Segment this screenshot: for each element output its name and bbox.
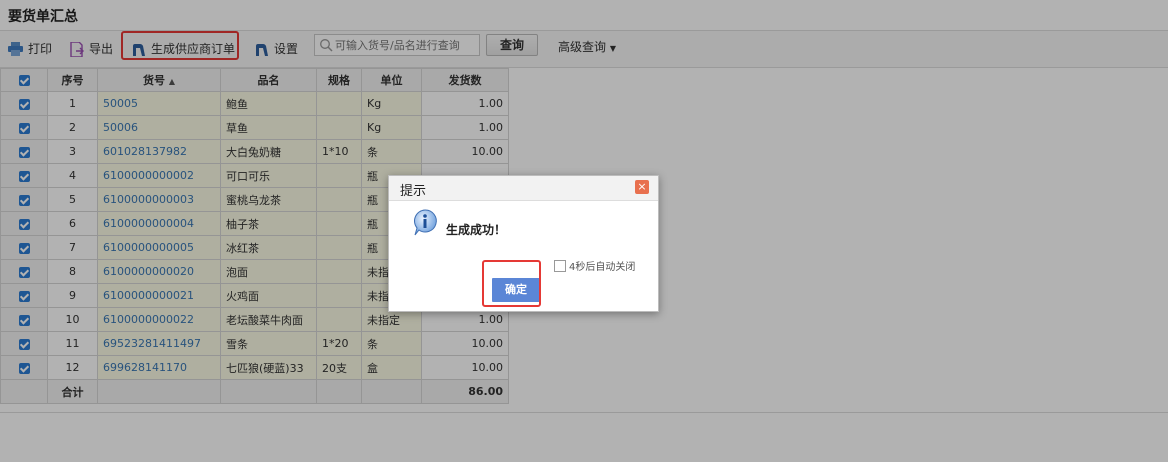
auto-close-option[interactable]: 4秒后自动关闭 bbox=[554, 258, 635, 273]
dialog-message: 生成成功！ bbox=[446, 223, 507, 237]
auto-close-label: 4秒后自动关闭 bbox=[569, 262, 636, 273]
info-icon bbox=[413, 209, 437, 236]
highlight-ok-button bbox=[482, 260, 541, 307]
dialog-title: 提示 bbox=[400, 184, 427, 199]
dialog-header: 提示 × bbox=[389, 176, 658, 201]
auto-close-checkbox[interactable] bbox=[554, 259, 566, 272]
close-icon[interactable]: × bbox=[635, 180, 649, 194]
